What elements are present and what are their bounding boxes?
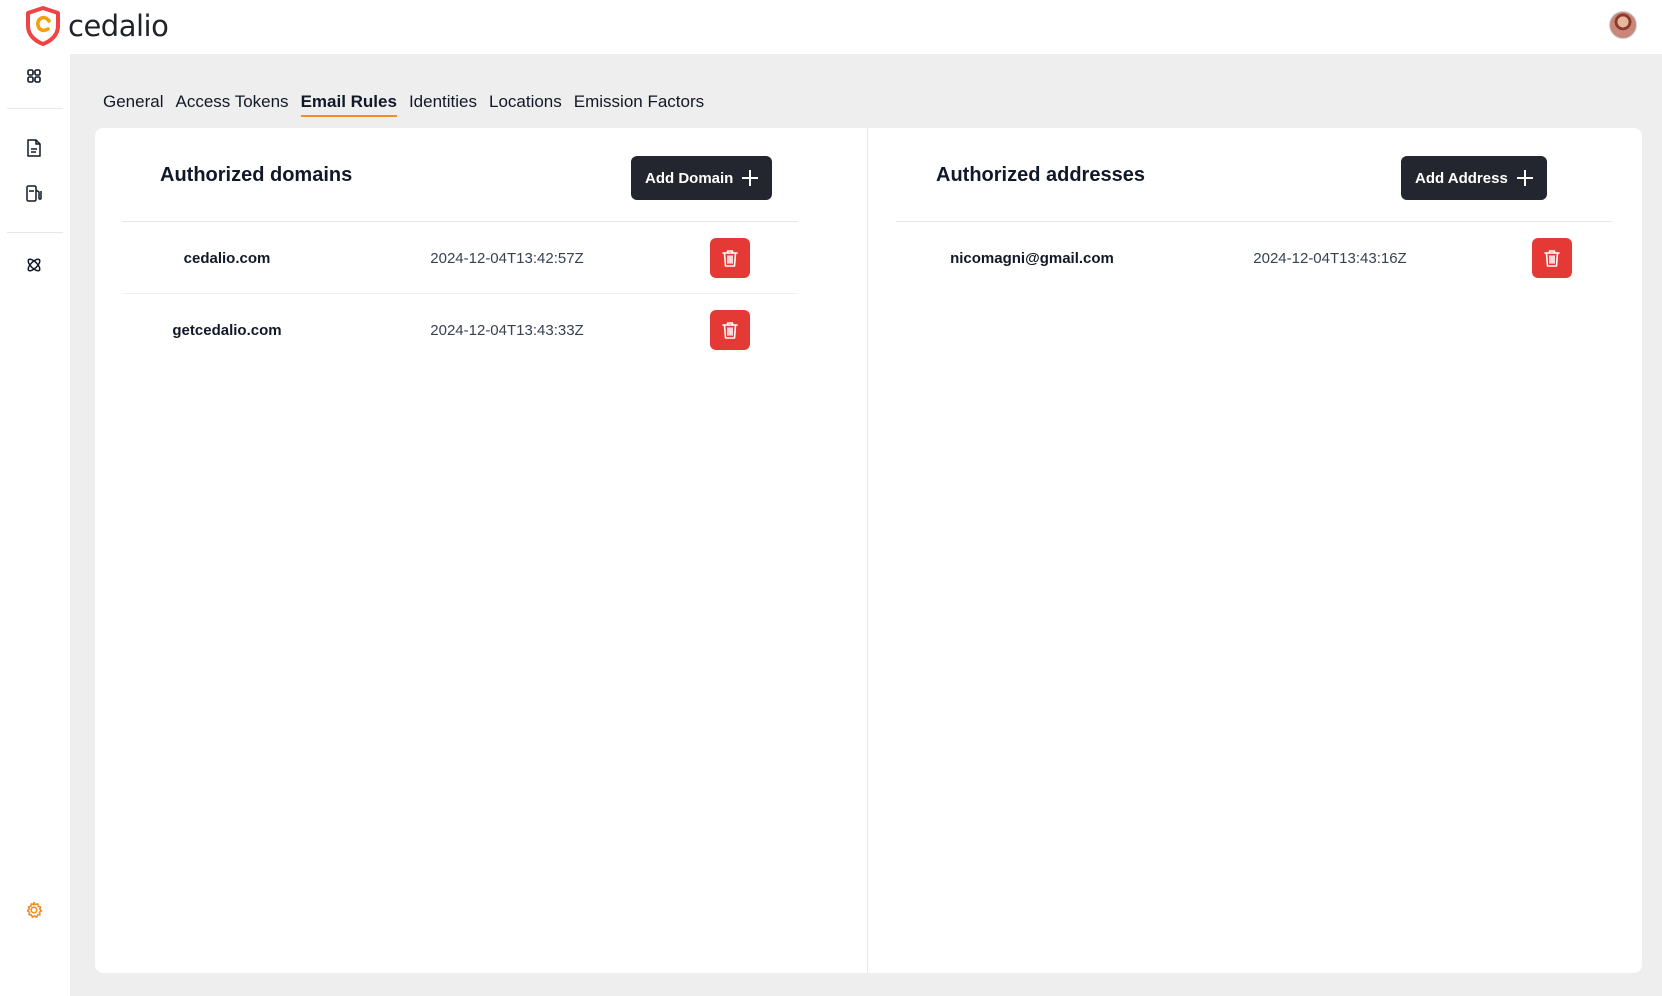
created-date: 2024-12-04T13:43:33Z [430,321,584,339]
sidebar-divider [7,108,63,109]
domain-name: cedalio.com [183,249,271,267]
cedalio-logo-icon [26,6,60,46]
tab-locations[interactable]: Locations [489,92,562,117]
button-label: Add Domain [645,169,734,187]
tab-general[interactable]: General [103,92,163,117]
add-address-button[interactable]: Add Address [1401,156,1547,200]
created-date: 2024-12-04T13:43:16Z [1253,249,1407,267]
atom-icon[interactable] [22,253,46,277]
domain-name: getcedalio.com [172,321,282,339]
document-icon[interactable] [22,136,46,160]
tab-identities[interactable]: Identities [409,92,477,117]
plus-icon [742,170,759,186]
table-row: cedalio.com 2024-12-04T13:42:57Z [122,222,798,294]
created-date: 2024-12-04T13:42:57Z [430,249,584,267]
add-domain-button[interactable]: Add Domain [631,156,773,200]
grid-icon[interactable] [22,64,46,88]
trash-icon [1544,250,1560,267]
sidebar [0,54,70,996]
tab-access-tokens[interactable]: Access Tokens [175,92,288,117]
email-address: nicomagni@gmail.com [950,249,1114,267]
button-label: Add Address [1415,169,1508,187]
delete-button[interactable] [710,310,750,350]
plus-icon [1516,170,1533,186]
panel-title: Authorized addresses [936,164,1145,186]
delete-button[interactable] [1532,238,1572,278]
table-row: nicomagni@gmail.com 2024-12-04T13:43:16Z [896,222,1612,294]
settings-tabs: General Access Tokens Email Rules Identi… [103,92,704,117]
main-content: General Access Tokens Email Rules Identi… [70,54,1662,996]
user-avatar[interactable] [1609,11,1637,39]
top-bar: cedalio [0,0,1662,54]
logo-text: cedalio [68,9,169,43]
trash-icon [722,322,738,339]
authorized-domains-panel: Authorized domains Add Domain cedalio.co… [95,128,868,973]
sidebar-divider [7,232,63,233]
panel-title: Authorized domains [160,164,353,186]
trash-icon [722,250,738,267]
email-rules-card: Authorized domains Add Domain cedalio.co… [95,128,1642,973]
authorized-addresses-panel: Authorized addresses Add Address nicomag… [868,128,1642,973]
tab-email-rules[interactable]: Email Rules [300,92,397,117]
logo[interactable]: cedalio [24,6,169,46]
gear-icon[interactable] [22,898,46,922]
delete-button[interactable] [710,238,750,278]
tab-emission-factors[interactable]: Emission Factors [574,92,704,117]
table-row: getcedalio.com 2024-12-04T13:43:33Z [122,294,798,366]
fuel-pump-icon[interactable] [22,181,46,205]
